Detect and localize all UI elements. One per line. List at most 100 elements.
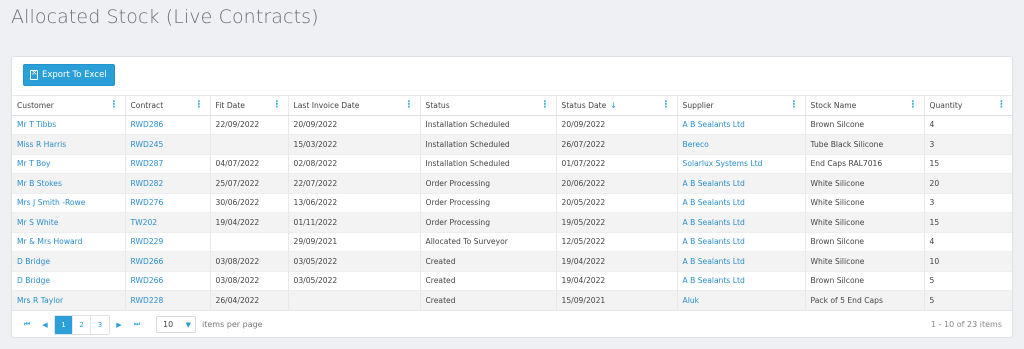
supplier-link[interactable]: A B Sealants Ltd	[683, 276, 745, 285]
cell-stock-name: Brown Silcone	[805, 115, 925, 135]
cell-contract: RWD287	[125, 154, 211, 174]
table-row[interactable]: Mr B Stokes RWD282 25/07/2022 22/07/2022 Ord…	[12, 173, 1012, 193]
supplier-link[interactable]: A B Sealants Ltd	[683, 120, 745, 129]
cell-status-date: 26/07/2022	[556, 134, 678, 154]
cell-status: Installation Scheduled	[420, 154, 557, 174]
table-row[interactable]: D Bridge RWD266 03/08/2022 03/05/2022 Create…	[12, 251, 1012, 271]
customer-link[interactable]: Mr T Boy	[17, 159, 51, 168]
column-menu-icon[interactable]: ⋮	[661, 100, 672, 110]
column-header-fit-date[interactable]: Fit Date ⋮	[210, 95, 289, 116]
column-header-customer[interactable]: Customer ⋮	[12, 95, 126, 116]
supplier-link[interactable]: A B Sealants Ltd	[683, 237, 745, 246]
next-page-icon[interactable]: ▶	[110, 316, 128, 334]
cell-stock-name: White Silicone	[805, 193, 925, 213]
cell-stock-name: Pack of 5 End Caps	[805, 290, 925, 310]
column-header-label: Last Invoice Date	[293, 100, 360, 110]
column-header-contract[interactable]: Contract ⋮	[125, 95, 211, 116]
table-row[interactable]: Mr S White TW202 19/04/2022 01/11/2022 Order…	[12, 212, 1012, 232]
table-row[interactable]: Mrs R Taylor RWD228 26/04/2022 Created 15/09…	[12, 290, 1012, 310]
cell-status-date: 20/05/2022	[556, 193, 678, 213]
cell-quantity: 15	[929, 217, 940, 227]
contract-link[interactable]: TW202	[131, 218, 158, 227]
customer-link[interactable]: Mr S White	[17, 218, 58, 227]
table-row[interactable]: Miss R Harris RWD245 15/03/2022 Installatio…	[12, 134, 1012, 154]
cell-customer: D Bridge	[12, 271, 126, 291]
supplier-link[interactable]: Aluk	[683, 296, 700, 305]
cell-supplier: A B Sealants Ltd	[677, 173, 806, 193]
contract-link[interactable]: RWD286	[131, 120, 164, 129]
column-header-label: Stock Name	[810, 100, 857, 110]
cell-supplier: A B Sealants Ltd	[677, 212, 806, 232]
column-menu-icon[interactable]: ⋮	[404, 100, 415, 110]
customer-link[interactable]: Mr & Mrs Howard	[17, 237, 83, 246]
customer-link[interactable]: D Bridge	[17, 276, 50, 285]
cell-contract: RWD266	[125, 251, 211, 271]
cell-fit-date: 04/07/2022	[210, 154, 289, 174]
cell-stock-name: Tube Black Silicone	[805, 134, 925, 154]
cell-fit-date: 22/09/2022	[210, 115, 289, 135]
cell-customer: Mr T Tibbs	[12, 115, 126, 135]
cell-customer: Mrs J Smith -Rowe	[12, 193, 126, 213]
last-page-icon[interactable]: ⏭	[128, 316, 146, 334]
table-row[interactable]: Mr & Mrs Howard RWD229 29/09/2021 Allocated…	[12, 232, 1012, 252]
supplier-link[interactable]: Solarlux Systems Ltd	[683, 159, 763, 168]
sort-desc-icon[interactable]: ↓	[610, 101, 617, 110]
supplier-link[interactable]: A B Sealants Ltd	[683, 257, 745, 266]
cell-customer: Mr B Stokes	[12, 173, 126, 193]
supplier-link[interactable]: A B Sealants Ltd	[683, 179, 745, 188]
page-button-2[interactable]: 2	[73, 315, 91, 334]
cell-contract: TW202	[125, 212, 211, 232]
contract-link[interactable]: RWD282	[131, 179, 164, 188]
grid-panel: Export To Excel Customer⋮Contract⋮Fit Da…	[11, 56, 1013, 338]
contract-link[interactable]: RWD229	[131, 237, 164, 246]
column-menu-icon[interactable]: ⋮	[194, 100, 205, 110]
table-row[interactable]: D Bridge RWD266 03/08/2022 03/05/2022 Create…	[12, 271, 1012, 291]
column-menu-icon[interactable]: ⋮	[908, 100, 919, 110]
column-menu-icon[interactable]: ⋮	[996, 100, 1007, 110]
column-header-stock-name[interactable]: Stock Name ⋮	[805, 95, 925, 116]
contract-link[interactable]: RWD245	[131, 140, 164, 149]
column-header-status-date[interactable]: Status Date ↓ ⋮	[556, 95, 678, 116]
column-menu-icon[interactable]: ⋮	[272, 100, 283, 110]
column-header-last-invoice-date[interactable]: Last Invoice Date ⋮	[288, 95, 421, 116]
first-page-icon[interactable]: ⏮	[18, 316, 36, 334]
contract-link[interactable]: RWD287	[131, 159, 164, 168]
cell-quantity: 3	[929, 198, 935, 208]
contract-link[interactable]: RWD266	[131, 276, 164, 285]
customer-link[interactable]: Mrs J Smith -Rowe	[17, 198, 85, 207]
page-button-3[interactable]: 3	[91, 316, 109, 334]
supplier-link[interactable]: A B Sealants Ltd	[683, 218, 745, 227]
column-menu-icon[interactable]: ⋮	[789, 100, 800, 110]
cell-last-invoice-date: 22/07/2022	[288, 173, 421, 193]
customer-link[interactable]: Mrs R Taylor	[17, 296, 63, 305]
supplier-link[interactable]: Bereco	[683, 140, 709, 149]
page-size-select[interactable]: 10 ▼	[156, 316, 196, 333]
table-row[interactable]: Mr T Tibbs RWD286 22/09/2022 20/09/2022 Inst…	[12, 115, 1012, 135]
column-menu-icon[interactable]: ⋮	[540, 100, 551, 110]
cell-status: Order Processing	[420, 173, 557, 193]
cell-last-invoice-date: 15/03/2022	[288, 134, 421, 154]
cell-stock-name: White Silicone	[805, 173, 925, 193]
customer-link[interactable]: Miss R Harris	[17, 140, 66, 149]
customer-link[interactable]: Mr T Tibbs	[17, 120, 56, 129]
chevron-down-icon: ▼	[185, 320, 191, 329]
column-menu-icon[interactable]: ⋮	[109, 100, 120, 110]
cell-quantity: 4	[929, 237, 935, 247]
table-row[interactable]: Mr T Boy RWD287 04/07/2022 02/08/2022 Instal…	[12, 154, 1012, 174]
supplier-link[interactable]: A B Sealants Ltd	[683, 198, 745, 207]
contract-link[interactable]: RWD266	[131, 257, 164, 266]
table-row[interactable]: Mrs J Smith -Rowe RWD276 30/06/2022 13/06/2…	[12, 193, 1012, 213]
column-header-status[interactable]: Status ⋮	[420, 95, 557, 116]
contract-link[interactable]: RWD228	[131, 296, 164, 305]
prev-page-icon[interactable]: ◀	[36, 316, 54, 334]
page-button-1[interactable]: 1	[55, 315, 73, 334]
column-header-quantity[interactable]: Quantity ⋮	[924, 95, 1012, 116]
export-to-excel-button[interactable]: Export To Excel	[23, 64, 115, 86]
cell-customer: Mr T Boy	[12, 154, 126, 174]
customer-link[interactable]: Mr B Stokes	[17, 179, 62, 188]
column-header-supplier[interactable]: Supplier ⋮	[677, 95, 806, 116]
customer-link[interactable]: D Bridge	[17, 257, 50, 266]
contract-link[interactable]: RWD276	[131, 198, 164, 207]
cell-quantity: 5	[929, 295, 935, 305]
cell-stock-name: White Silicone	[805, 251, 925, 271]
